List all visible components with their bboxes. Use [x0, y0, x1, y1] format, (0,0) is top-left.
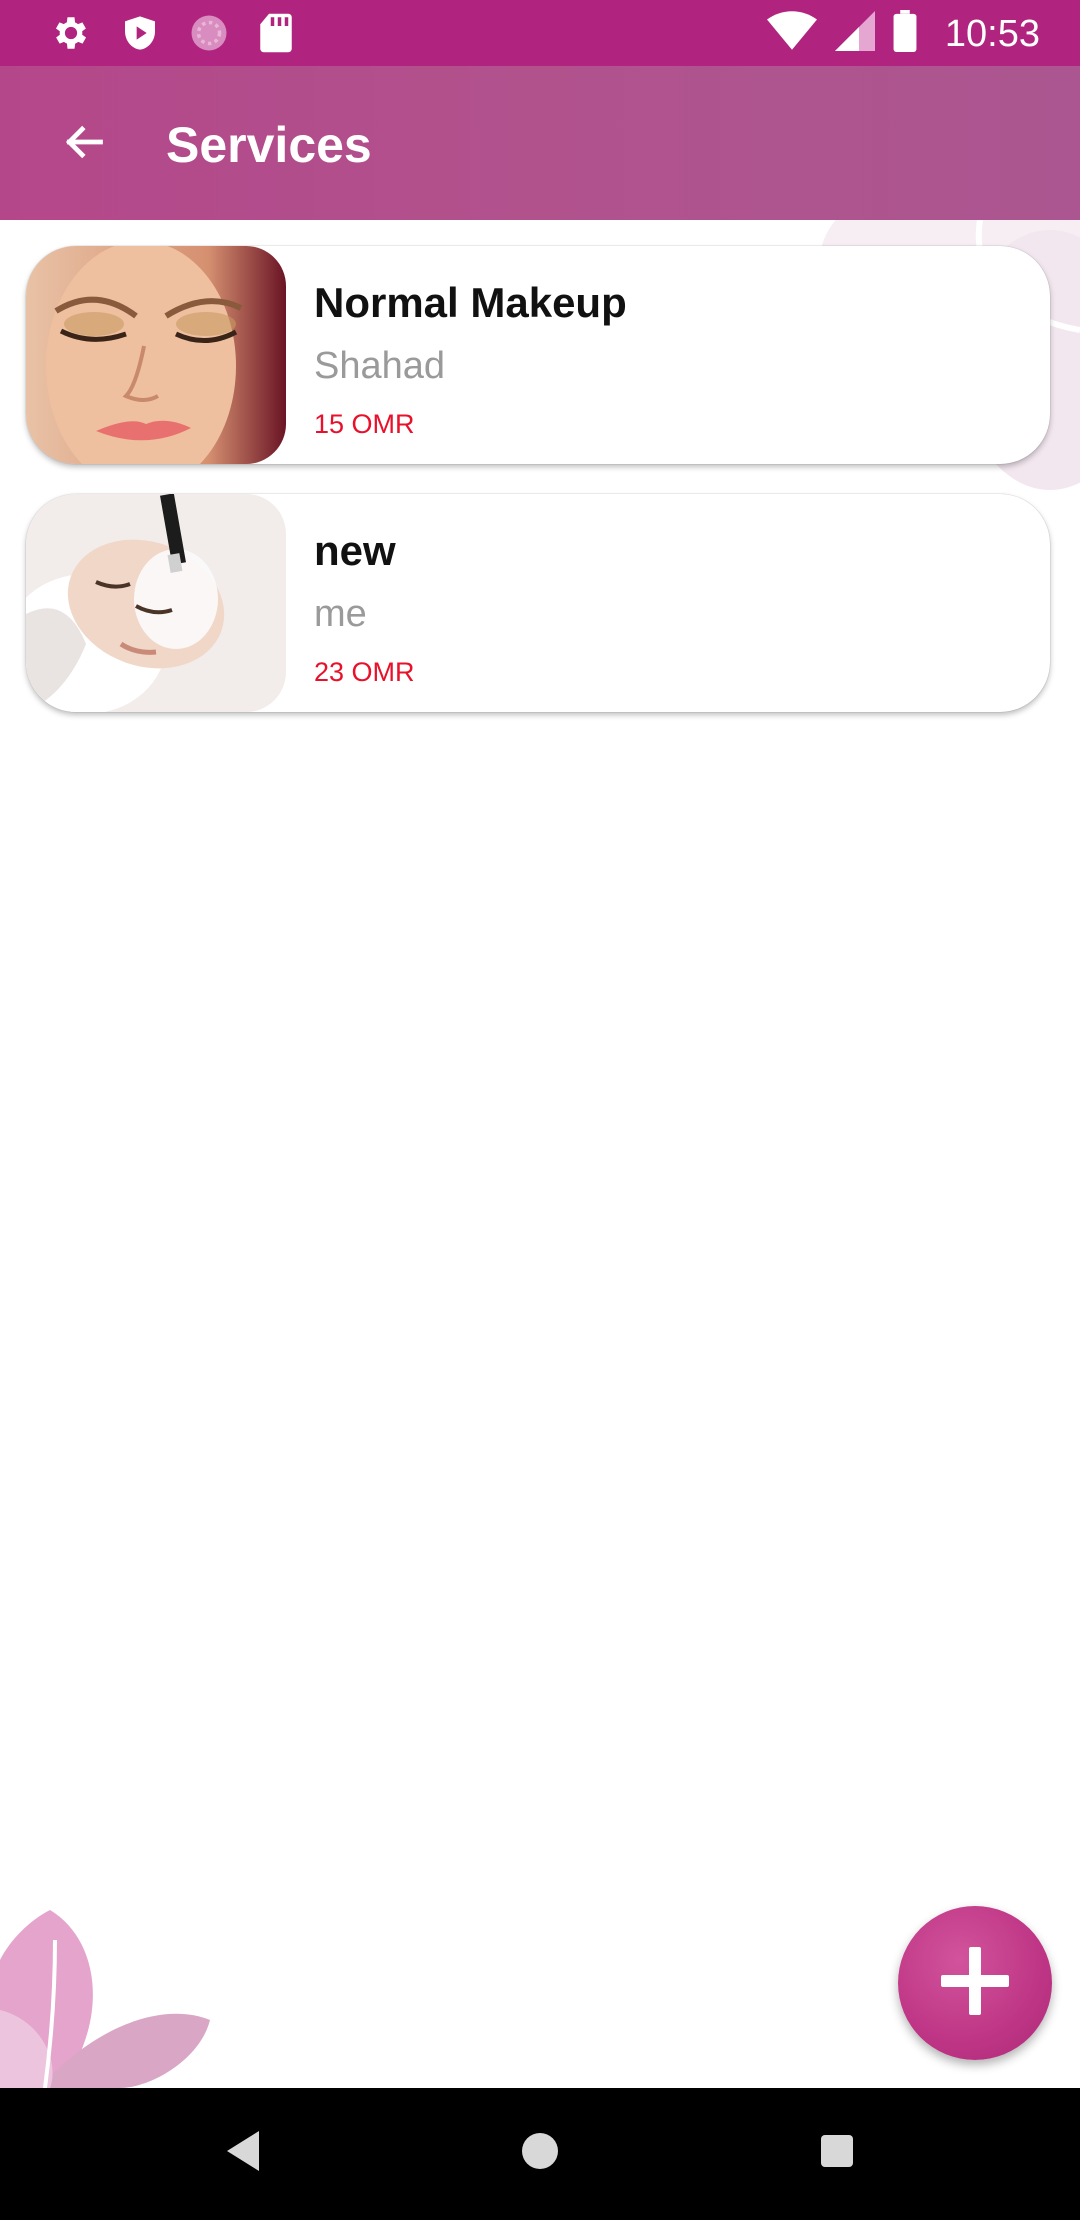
page-title: Services: [166, 117, 372, 173]
service-price: 15 OMR: [314, 409, 415, 439]
recents-square-icon: [819, 2133, 855, 2174]
service-price: 23 OMR: [314, 657, 415, 687]
battery-icon: [893, 10, 917, 57]
app-bar: Services: [0, 66, 1080, 220]
makeup-photo: [26, 246, 286, 464]
facial-mask-photo: [26, 494, 286, 712]
service-card[interactable]: Normal Makeup Shahad 15 OMR: [26, 246, 1050, 464]
lotus-flower-decoration: [0, 1900, 230, 2088]
sd-card-icon: [258, 12, 294, 59]
back-triangle-icon: [223, 2129, 263, 2178]
nav-home-button[interactable]: [505, 2118, 575, 2188]
arrow-back-icon: [59, 120, 109, 169]
service-name: Normal Makeup: [314, 279, 627, 326]
back-button[interactable]: [52, 112, 116, 176]
shield-play-icon: [120, 12, 160, 59]
system-navigation-bar: [0, 2088, 1080, 2220]
nav-back-button[interactable]: [208, 2118, 278, 2188]
loading-circle-icon: [188, 12, 230, 59]
add-service-button[interactable]: [898, 1906, 1052, 2060]
status-bar: 10:53: [0, 0, 1080, 66]
service-name: new: [314, 527, 396, 574]
service-provider: Shahad: [314, 345, 446, 387]
plus-icon: [935, 1941, 1015, 2026]
settings-icon: [50, 12, 92, 59]
service-provider: me: [314, 593, 367, 635]
status-right-icons: 10:53: [766, 10, 1040, 57]
status-left-icons: [50, 12, 294, 59]
nav-recents-button[interactable]: [802, 2118, 872, 2188]
cell-signal-icon: [834, 11, 875, 56]
home-circle-icon: [520, 2131, 560, 2176]
service-card[interactable]: new me 23 OMR: [26, 494, 1050, 712]
status-time: 10:53: [944, 12, 1040, 55]
wifi-icon: [766, 10, 817, 57]
